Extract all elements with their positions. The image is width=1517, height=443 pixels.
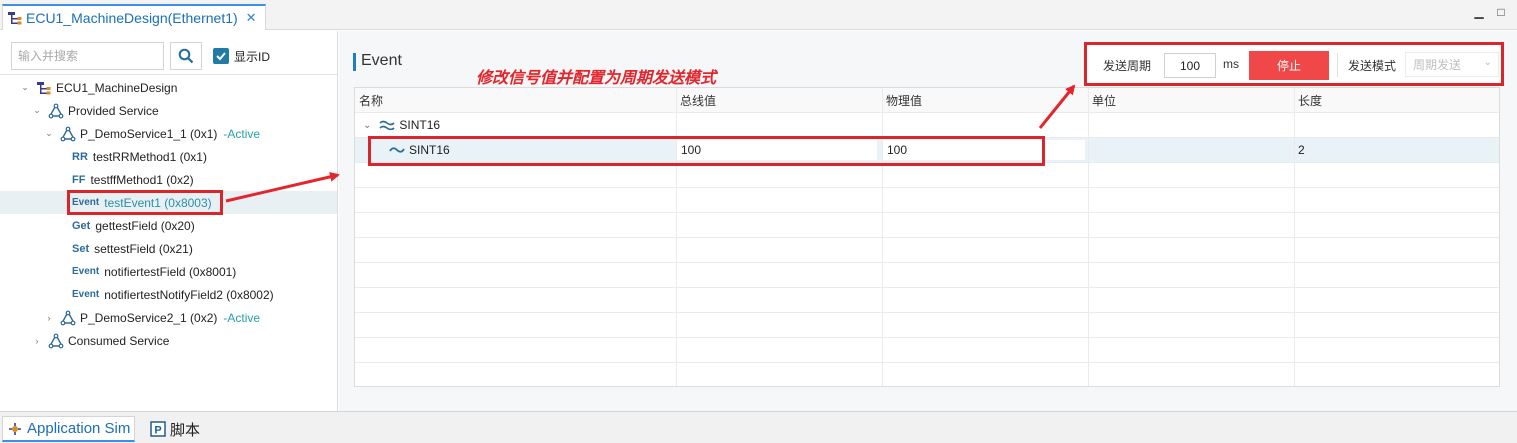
chevron-right-icon[interactable]: › [32, 336, 42, 346]
close-icon[interactable]: ✕ [246, 10, 257, 26]
stop-button[interactable]: 停止 [1249, 51, 1329, 80]
tree-item-label: P_DemoService1_1 (0x1) [80, 126, 218, 141]
title-accent [353, 53, 356, 71]
column-header-unit[interactable]: 单位 [1088, 88, 1116, 112]
tree-item-label: settestField (0x21) [94, 241, 193, 256]
tree-item-label: testEvent1 (0x8003) [104, 195, 212, 210]
divider [0, 74, 337, 75]
search-input[interactable] [11, 42, 164, 70]
maximize-icon[interactable]: □ [1494, 5, 1508, 19]
chevron-down-icon[interactable]: ⌄ [20, 82, 30, 93]
unit-label: ms [1223, 57, 1239, 71]
editor-tab[interactable]: ECU1_MachineDesign(Ethernet1) ✕ [2, 4, 266, 30]
show-id-checkbox[interactable] [213, 48, 229, 64]
chevron-down-icon[interactable]: ⌄ [32, 105, 42, 116]
event-icon: Event [72, 197, 100, 208]
tree-item-label: ECU1_MachineDesign [56, 80, 178, 95]
bottom-tab-bar: Application Sim P 脚本 [0, 411, 1517, 443]
tree-item-provided-service[interactable]: ⌄ Provided Service [0, 99, 337, 122]
signal-group-icon [379, 120, 395, 130]
editor-tab-bar: ECU1_MachineDesign(Ethernet1) ✕ ▁ □ [0, 0, 1517, 30]
tree-item-label: P_DemoService2_1 (0x2) [80, 310, 218, 325]
tree-item-label: notifiertestNotifyField2 (0x8002) [104, 287, 274, 302]
checkmark-icon [216, 52, 226, 61]
period-input[interactable] [1164, 53, 1216, 78]
tree-item-label: Consumed Service [68, 333, 170, 348]
table-row[interactable]: SINT16 [389, 138, 450, 162]
tab-application-sim[interactable]: Application Sim [2, 416, 136, 442]
send-mode-select[interactable]: 周期发送 ⌄ [1405, 52, 1499, 77]
send-controls: 发送周期 ms 停止 发送模式 周期发送 ⌄ [1084, 42, 1504, 86]
application-sim-icon [9, 422, 21, 435]
phys-value-input[interactable]: 100 [883, 140, 1085, 160]
event-icon: Event [72, 266, 100, 277]
search-button[interactable] [170, 42, 202, 70]
tree-icon [8, 12, 22, 25]
chevron-right-icon[interactable]: › [44, 313, 54, 323]
tab-script[interactable]: P 脚本 [146, 416, 204, 442]
editor-tab-title: ECU1_MachineDesign(Ethernet1) [26, 10, 238, 26]
minimize-icon[interactable]: ▁ [1472, 5, 1486, 19]
mode-label: 发送模式 [1348, 59, 1397, 73]
service-icon [60, 310, 76, 325]
getter-icon: Get [72, 219, 91, 232]
length-cell: 2 [1298, 143, 1305, 157]
tree-icon [37, 81, 51, 94]
tree-item-consumed-service[interactable]: › Consumed Service [0, 329, 337, 352]
tree-item-method[interactable]: Get gettestField (0x20) [0, 214, 337, 237]
divider [1337, 53, 1338, 77]
tree-item-event-selected[interactable]: Event testEvent1 (0x8003) [0, 191, 337, 214]
tree-item-label: gettestField (0x20) [95, 218, 195, 233]
annotation-text: 修改信号值并配置为周期发送模式 [476, 68, 717, 87]
page-title: Event [361, 52, 402, 69]
table-row[interactable]: ⌄ SINT16 [363, 113, 440, 137]
bus-value-input[interactable]: 100 [677, 140, 877, 160]
ff-method-icon: FF [72, 173, 86, 186]
setter-icon: Set [72, 242, 90, 255]
chevron-down-icon[interactable]: ⌄ [44, 128, 54, 139]
send-mode-value: 周期发送 [1413, 58, 1462, 72]
signal-table: 名称 总线值 物理值 单位 长度 ⌄ SINT16 SINT16 100 100… [354, 87, 1500, 387]
event-icon: Event [72, 289, 100, 300]
tree-item-method[interactable]: RR testRRMethod1 (0x1) [0, 145, 337, 168]
rr-method-icon: RR [72, 150, 88, 163]
signal-icon [389, 147, 405, 153]
table-header [355, 88, 1499, 112]
search-icon [178, 48, 194, 64]
tree-item-label: Provided Service [68, 103, 159, 118]
column-header-bus-value[interactable]: 总线值 [676, 88, 716, 112]
chevron-down-icon[interactable]: ⌄ [363, 120, 371, 131]
tab-label: Application Sim [27, 420, 131, 437]
period-label: 发送周期 [1103, 59, 1152, 73]
status-badge: -Active [223, 310, 261, 325]
show-id-label: 显示ID [234, 50, 271, 64]
tree-item-method[interactable]: FF testffMethod1 (0x2) [0, 168, 337, 191]
tree-item-method[interactable]: Set settestField (0x21) [0, 237, 337, 260]
tree-item-label: notifiertestField (0x8001) [104, 264, 237, 279]
service-icon [48, 333, 64, 348]
tree-item-method[interactable]: Event notifiertestNotifyField2 (0x8002) [0, 283, 337, 306]
service-icon [48, 103, 64, 118]
tree-item-service2[interactable]: › P_DemoService2_1 (0x2) -Active [0, 306, 337, 329]
column-header-name[interactable]: 名称 [355, 88, 383, 112]
service-tree-panel: 显示ID ⌄ ECU1_MachineDesign ⌄ Provided Ser… [0, 31, 338, 411]
tree-item-root[interactable]: ⌄ ECU1_MachineDesign [0, 76, 337, 99]
signal-name: SINT16 [409, 143, 450, 157]
column-header-phys-value[interactable]: 物理值 [882, 88, 922, 112]
script-icon: P [150, 421, 166, 437]
tree-item-label: testffMethod1 (0x2) [90, 172, 194, 187]
status-badge: -Active [223, 126, 261, 141]
service-icon [60, 126, 76, 141]
column-header-length[interactable]: 长度 [1294, 88, 1322, 112]
svg-text:P: P [154, 425, 161, 437]
signal-name: SINT16 [399, 118, 441, 132]
chevron-down-icon: ⌄ [1483, 57, 1492, 68]
tree-item-service1[interactable]: ⌄ P_DemoService1_1 (0x1) -Active [0, 122, 337, 145]
tab-label: 脚本 [170, 421, 201, 439]
tree-item-method[interactable]: Event notifiertestField (0x8001) [0, 260, 337, 283]
tree-item-label: testRRMethod1 (0x1) [92, 149, 207, 164]
